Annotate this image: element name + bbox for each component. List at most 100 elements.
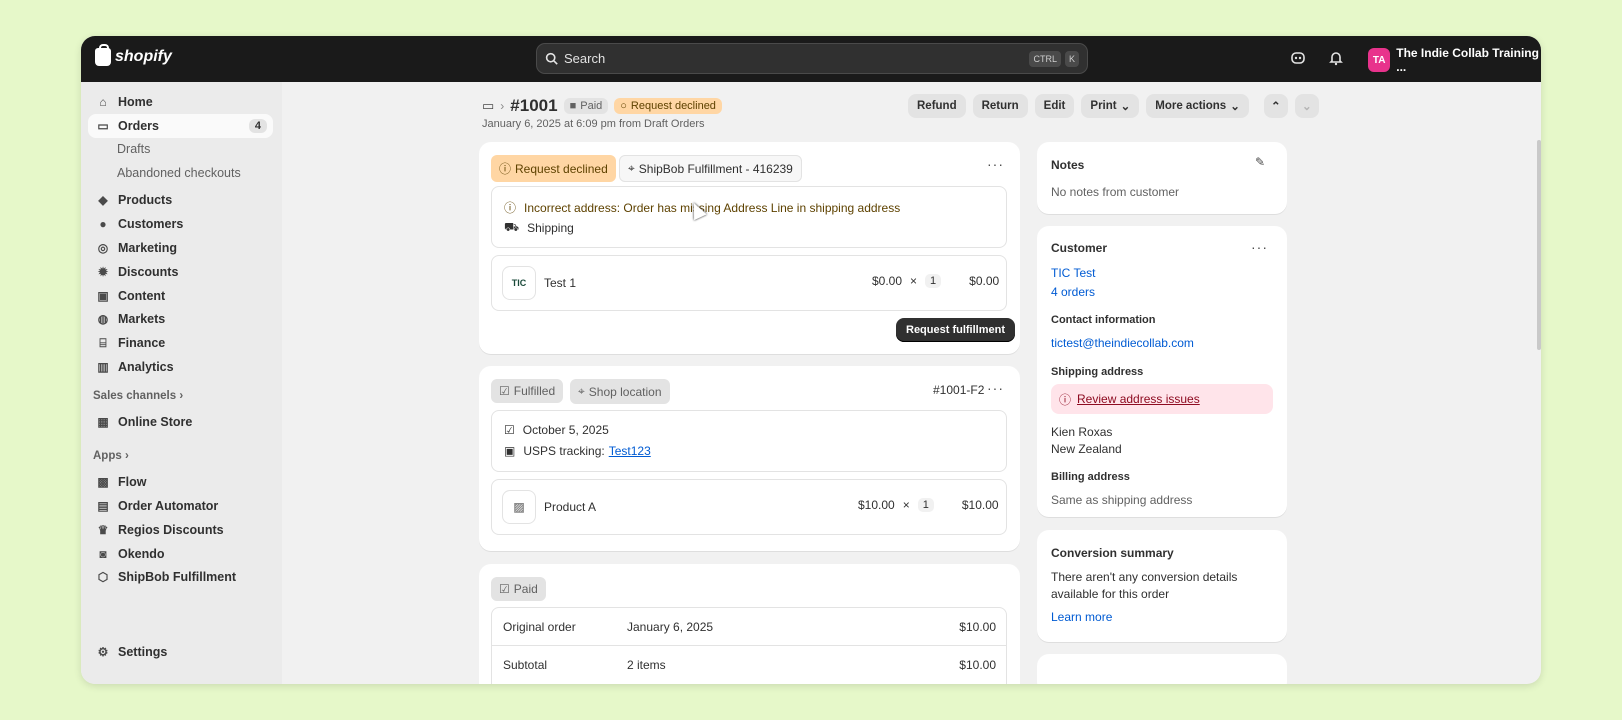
sidebar-item-label: Marketing bbox=[118, 241, 178, 255]
line-item-product[interactable]: ▨ Product A bbox=[502, 490, 596, 524]
sidebar-item-orders[interactable]: ▭ Orders 4 bbox=[88, 114, 273, 138]
shopify-logo[interactable]: shopify bbox=[95, 44, 172, 66]
discount-icon: ✹ bbox=[97, 265, 109, 279]
sidebar-item-order-automator[interactable]: ▤ Order Automator bbox=[88, 494, 273, 518]
table-row: Subtotal 2 items $10.00 bbox=[492, 646, 1006, 684]
scrollbar[interactable] bbox=[1537, 140, 1541, 350]
row-label: Subtotal bbox=[503, 658, 548, 672]
chevron-up-icon: ⌃ bbox=[1271, 101, 1281, 113]
apps-heading[interactable]: Apps › bbox=[93, 450, 129, 462]
more-options-icon[interactable]: ··· bbox=[987, 380, 1004, 396]
row-detail: 2 items bbox=[627, 658, 666, 672]
request-fulfillment-button[interactable]: Request fulfillment bbox=[896, 318, 1016, 342]
sidebar-item-discounts[interactable]: ✹ Discounts bbox=[88, 260, 273, 284]
sidebar-item-label: Analytics bbox=[118, 360, 174, 374]
sidebar-item-products[interactable]: ◆ Products bbox=[88, 188, 273, 212]
sidebar-item-markets[interactable]: ◍ Markets bbox=[88, 307, 273, 331]
return-button[interactable]: Return bbox=[972, 94, 1028, 118]
fulfillment-request-card: ⓘ Request declined ⌖ ShipBob Fulfillment… bbox=[479, 142, 1020, 354]
sidebar-item-label: Products bbox=[118, 193, 173, 207]
customer-orders-link[interactable]: 4 orders bbox=[1051, 285, 1095, 299]
quantity: 1 bbox=[925, 274, 942, 288]
refund-button[interactable]: Refund bbox=[908, 94, 966, 118]
edit-button[interactable]: Edit bbox=[1034, 94, 1075, 118]
delivery-method: ⛟ Shipping bbox=[504, 220, 574, 236]
flow-app-icon: ▩ bbox=[97, 475, 109, 489]
heading-label: Apps bbox=[93, 450, 122, 462]
line-total: $0.00 bbox=[969, 274, 1000, 288]
search-input[interactable]: Search CTRL K bbox=[536, 43, 1088, 74]
inbox-icon: ▭ bbox=[97, 119, 109, 133]
alert-circle-icon: ⓘ bbox=[499, 162, 512, 176]
sidebar-item-label: ShipBob Fulfillment bbox=[118, 570, 237, 584]
gear-icon: ⚙ bbox=[97, 645, 109, 659]
payment-card: ☑ Paid Original order January 6, 2025 $1… bbox=[479, 564, 1020, 684]
sidekick-icon[interactable] bbox=[1289, 49, 1307, 67]
bell-icon[interactable] bbox=[1327, 49, 1345, 67]
address-line: Kien Roxas bbox=[1051, 425, 1113, 439]
card-title: Notes bbox=[1051, 158, 1085, 172]
unit-price: $0.00 bbox=[872, 274, 903, 288]
button-label: More actions bbox=[1155, 100, 1227, 112]
store-menu[interactable]: TA The Indie Collab Training ... bbox=[1368, 46, 1541, 74]
sidebar-item-customers[interactable]: ● Customers bbox=[88, 212, 273, 236]
person-icon: ● bbox=[99, 217, 107, 231]
previous-order-button[interactable]: ⌃ bbox=[1263, 94, 1288, 118]
sidebar-item-label: Okendo bbox=[118, 547, 165, 561]
sidebar-item-label: Home bbox=[118, 95, 153, 109]
learn-more-link[interactable]: Learn more bbox=[1051, 610, 1112, 624]
next-order-button[interactable]: ⌄ bbox=[1294, 94, 1319, 118]
sales-channels-heading[interactable]: Sales channels › bbox=[93, 390, 183, 402]
box-icon: ⬡ bbox=[97, 570, 109, 584]
sidebar-item-label: Online Store bbox=[118, 415, 193, 429]
review-address-link[interactable]: Review address issues bbox=[1077, 392, 1200, 406]
sidebar-item-finance[interactable]: ⌸ Finance bbox=[88, 331, 273, 355]
table-row: Original order January 6, 2025 $10.00 bbox=[492, 608, 1006, 646]
circle-icon: ○ bbox=[620, 100, 627, 112]
row-amount: $10.00 bbox=[959, 620, 996, 634]
sidebar-item-okendo[interactable]: ◙ Okendo bbox=[88, 542, 273, 566]
fulfilled-card: ☑ Fulfilled ⌖ Shop location #1001-F2 ···… bbox=[479, 366, 1020, 551]
line-item-product[interactable]: TIC Test 1 bbox=[502, 266, 576, 300]
tracking-box: ☑ October 5, 2025 ▣ USPS tracking: Test1… bbox=[491, 410, 1007, 472]
sidebar-item-settings[interactable]: ⚙ Settings bbox=[88, 640, 273, 664]
row-amount: $10.00 bbox=[959, 658, 996, 672]
sidebar-item-content[interactable]: ▣ Content bbox=[88, 284, 273, 308]
more-options-icon[interactable]: ··· bbox=[1251, 239, 1268, 255]
more-actions-button[interactable]: More actions ⌄ bbox=[1146, 94, 1249, 118]
paid-status-badge: ■ Paid bbox=[563, 98, 609, 114]
product-name: Test 1 bbox=[544, 276, 577, 290]
tag-icon: ◆ bbox=[98, 193, 108, 207]
sidebar-item-marketing[interactable]: ◎ Marketing bbox=[88, 236, 273, 260]
sidebar-item-analytics[interactable]: ▥ Analytics bbox=[88, 355, 273, 379]
sidebar-item-regios-discounts[interactable]: ♛ Regios Discounts bbox=[88, 518, 273, 542]
sidebar-item-online-store[interactable]: ▦ Online Store bbox=[88, 410, 273, 434]
unit-price: $10.00 bbox=[858, 498, 895, 512]
sidebar-item-shipbob[interactable]: ⬡ ShipBob Fulfillment bbox=[88, 565, 273, 589]
section-heading: Billing address bbox=[1051, 471, 1130, 483]
target-icon: ◎ bbox=[97, 241, 109, 255]
more-options-icon[interactable]: ··· bbox=[987, 156, 1004, 172]
search-placeholder: Search bbox=[564, 51, 606, 66]
sidebar-item-label: Finance bbox=[118, 336, 166, 350]
sidebar-item-abandoned-checkouts[interactable]: Abandoned checkouts bbox=[117, 166, 241, 180]
conversion-text: There aren't any conversion details bbox=[1051, 570, 1238, 584]
notes-card: Notes ✎ No notes from customer bbox=[1037, 142, 1287, 214]
page-title: #1001 bbox=[510, 96, 558, 115]
tracking-link[interactable]: Test123 bbox=[609, 444, 651, 458]
sidebar-item-label: Content bbox=[118, 289, 166, 303]
crown-icon: ♛ bbox=[97, 523, 109, 537]
orders-count-badge: 4 bbox=[248, 119, 267, 133]
sidebar-item-home[interactable]: ⌂ Home bbox=[88, 90, 273, 114]
pencil-icon[interactable]: ✎ bbox=[1255, 155, 1265, 169]
orders-inbox-icon[interactable]: ▭ bbox=[482, 98, 494, 114]
conversion-text: available for this order bbox=[1051, 587, 1170, 601]
sidebar-item-drafts[interactable]: Drafts bbox=[117, 142, 150, 156]
sidebar-item-flow[interactable]: ▩ Flow bbox=[88, 470, 273, 494]
customer-name-link[interactable]: TIC Test bbox=[1051, 266, 1095, 280]
times-sign: × bbox=[910, 274, 918, 288]
customer-email-link[interactable]: tictest@theindiecollab.com bbox=[1051, 336, 1194, 350]
sidebar-item-label: Discounts bbox=[118, 265, 179, 279]
print-button[interactable]: Print ⌄ bbox=[1081, 94, 1140, 118]
heading-label: Sales channels bbox=[93, 390, 177, 402]
